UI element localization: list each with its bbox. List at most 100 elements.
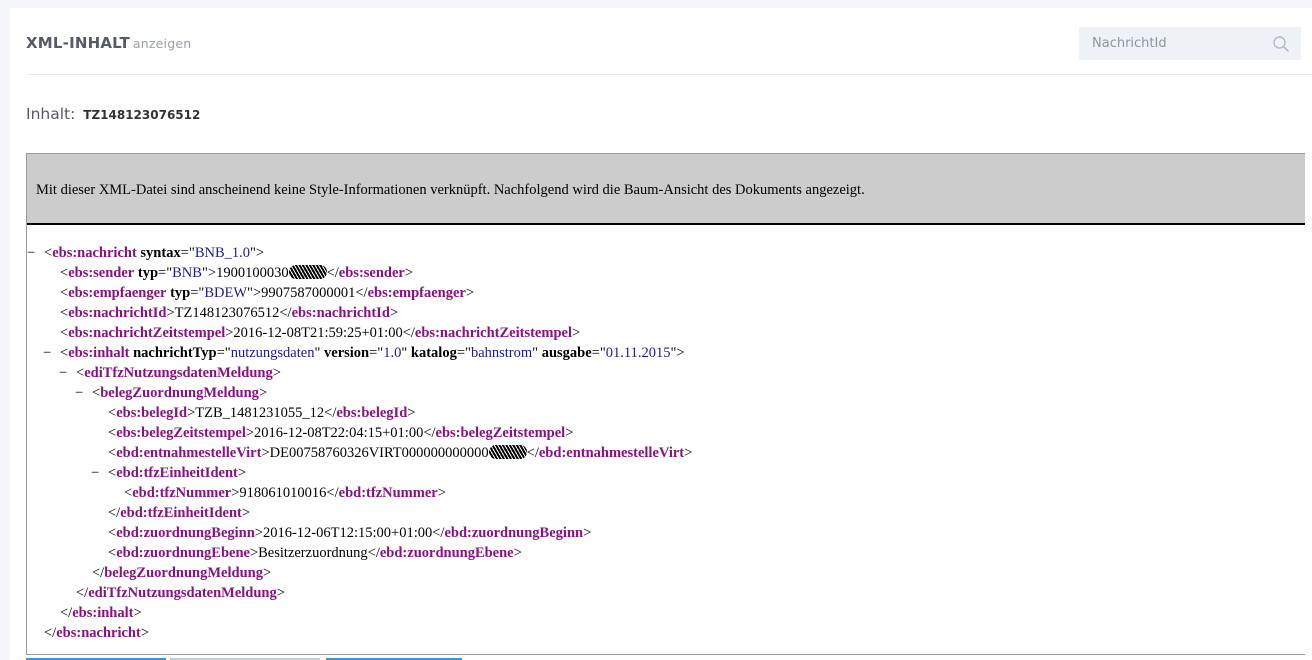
collapse-toggle[interactable]: − [91,463,99,483]
xml-attr-name: version [324,345,370,361]
xml-tag-name: ebs:belegZeitstempel [435,425,566,441]
xml-line: <ebs:empfaenger typ="BDEW">9907587000001… [27,283,1305,303]
xml-line: <ebs:nachrichtId>TZ148123076512</ebs:nac… [27,303,1305,323]
xml-punct: </ [60,605,73,621]
xml-attr-name: katalog [410,345,457,361]
page-title-text: XML-INHALT [26,34,130,52]
xml-line: </ebs:nachricht> [27,623,1305,643]
search-icon[interactable] [1272,35,1290,53]
xml-punct: < [60,285,69,301]
xml-line: − <ebs:nachricht syntax="BNB_1.0"> [27,243,1305,263]
xml-line: </belegZuordnungMeldung> [27,563,1305,583]
xml-tag-name: ediTfzNutzungsdatenMeldung [84,365,273,381]
collapse-toggle[interactable]: − [59,363,67,383]
xml-attr-value: BNB_1.0 [194,245,251,261]
xml-tag-name: ebs:nachrichtZeitstempel [68,325,226,341]
xml-tag-name: ebs:nachrichtZeitstempel [414,325,572,341]
xml-punct: > [404,265,414,281]
xml-content-panel: XML-INHALTanzeigen Inhalt: TZ14812307651… [10,8,1312,660]
xml-punct: < [108,465,117,481]
xml-punct: > [583,525,592,541]
xml-attr-value: nutzungsdaten [230,345,315,361]
xml-punct: < [60,345,69,361]
xml-line-content: <ebd:tfzNummer>918061010016</ebd:tfzNumm… [124,483,446,503]
xml-tag-name: ebs:inhalt [72,605,134,621]
xml-tag-name: ebs:sender [68,265,135,281]
xml-tag-name: ebs:sender [338,265,405,281]
xml-punct: > [389,305,399,321]
xml-line: </ediTfzNutzungsdatenMeldung> [27,583,1305,603]
collapse-toggle[interactable]: − [43,343,51,363]
xml-line: <ebs:nachrichtZeitstempel>2016-12-08T21:… [27,323,1305,343]
xml-punct: </ [76,585,89,601]
xml-punct: < [60,325,69,341]
xml-attr-name: nachrichtTyp [133,345,217,361]
xml-line: <ebd:zuordnungBeginn>2016-12-06T12:15:00… [27,523,1305,543]
xml-punct: < [76,365,85,381]
xml-line-content: <ebs:nachrichtZeitstempel>2016-12-08T21:… [60,323,580,343]
xml-punct: < [60,305,69,321]
xml-punct: "> [670,345,685,361]
xml-line-content: </ebs:inhalt> [60,603,142,623]
xml-line: <ebs:belegZeitstempel>2016-12-08T22:04:1… [27,423,1305,443]
xml-punct: " [401,345,411,361]
xml-punct: =" [591,345,606,361]
xml-punct: > [237,465,247,481]
xml-punct: > [258,385,268,401]
xml-style-notice: Mit dieser XML-Datei sind anscheinend ke… [27,154,1305,225]
redacted-mark [288,265,327,279]
xml-line: − <ebs:inhalt nachrichtTyp="nutzungsdaten… [27,343,1305,363]
xml-attr-value: 1.0 [383,345,402,361]
xml-punct: =" [456,345,471,361]
collapse-toggle[interactable]: − [75,383,83,403]
xml-line: <ebd:zuordnungEbene>Besitzerzuordnung</e… [27,543,1305,563]
xml-line-content: </ebs:nachricht> [44,623,149,643]
xml-punct: "> [250,245,265,261]
xml-viewer-frame[interactable]: Mit dieser XML-Datei sind anscheinend ke… [26,153,1305,655]
xml-punct: ">9907587000001</ [247,285,368,301]
xml-tag-name: ebd:tfzEinheitIdent [116,465,238,481]
xml-line-content: <ebs:nachricht syntax="BNB_1.0"> [44,243,264,263]
xml-attr-value: BNB [172,265,202,281]
xml-line-content: <belegZuordnungMeldung> [92,383,267,403]
xml-punct: > [437,485,446,501]
xml-punct: >Besitzerzuordnung</ [249,545,380,561]
xml-line-content: <ebs:belegId>TZB_1481231055_12</ebs:bele… [108,403,415,423]
collapse-toggle[interactable]: − [27,243,35,263]
xml-attr-value: bahnstrom [470,345,533,361]
xml-punct: < [124,485,133,501]
page-title: XML-INHALT anzeigen [26,34,191,52]
xml-line-content: <ebs:nachrichtId>TZ148123076512</ebs:nac… [60,303,398,323]
xml-punct: > [565,425,574,441]
xml-line: <ebs:belegId>TZB_1481231055_12</ebs:bele… [27,403,1305,423]
xml-line-content: </belegZuordnungMeldung> [92,563,271,583]
xml-punct: < [60,265,69,281]
xml-punct: </ [526,445,539,461]
xml-tag-name: ebs:belegZeitstempel [116,425,246,441]
inhalt-row: Inhalt: TZ148123076512 [26,105,200,123]
xml-punct: >2016-12-06T12:15:00+01:00</ [254,525,445,541]
xml-punct: > [140,625,149,641]
xml-punct: < [92,385,101,401]
xml-punct: > [513,545,522,561]
xml-line: − <ediTfzNutzungsdatenMeldung> [27,363,1305,383]
xml-tag-name: ebd:zuordnungBeginn [116,525,255,541]
xml-attr-name: syntax [140,245,181,261]
xml-line: </ebd:tfzEinheitIdent> [27,503,1305,523]
xml-punct: =" [158,265,173,281]
xml-punct: " [314,345,325,361]
xml-line-content: <ediTfzNutzungsdatenMeldung> [76,363,281,383]
xml-attr-name: typ [170,285,191,301]
search-input[interactable] [1080,28,1282,59]
xml-punct: ">1900100030 [201,265,289,281]
xml-punct: </ [108,505,121,521]
xml-line-content: <ebs:sender typ="BNB">1900100030 </ebs:se… [60,263,413,283]
xml-line-content: </ebd:tfzEinheitIdent> [108,503,250,523]
xml-line-content: <ebd:tfzEinheitIdent> [108,463,246,483]
xml-tag-name: ebd:entnahmestelleVirt [116,445,262,461]
xml-line: − <ebd:tfzEinheitIdent> [27,463,1305,483]
xml-line-content: <ebd:zuordnungEbene>Besitzerzuordnung</e… [108,543,522,563]
xml-punct: >2016-12-08T22:04:15+01:00</ [245,425,436,441]
xml-attr-value: 01.11.2015 [605,345,671,361]
xml-tag-name: ebs:nachrichtId [68,305,167,321]
